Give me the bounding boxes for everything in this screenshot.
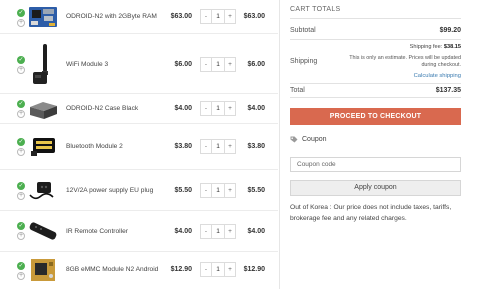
add-circle-icon[interactable]: +: [17, 110, 25, 118]
cart-item-list: ✓ + ODROID-N2 with 2GByte RAM $63.00 - 1…: [0, 0, 278, 289]
cart-item-row: ✓ + 12V/2A power supply EU plug $5.50 - …: [0, 170, 278, 211]
quantity-stepper[interactable]: - 1 +: [200, 9, 236, 24]
add-circle-icon[interactable]: +: [17, 148, 25, 156]
item-subtotal: $4.00: [247, 105, 265, 112]
totals-divider: [290, 97, 461, 98]
quantity-stepper[interactable]: - 1 +: [200, 139, 236, 154]
item-ok-icon: ✓: [17, 222, 25, 230]
apply-coupon-button[interactable]: Apply coupon: [290, 180, 461, 196]
shipping-fee: Shipping fee: $38.15: [410, 44, 461, 50]
item-subtotal: $63.00: [243, 13, 265, 20]
subtotal-value: $99.20: [439, 27, 461, 34]
totals-divider: [290, 83, 461, 84]
qty-value[interactable]: 1: [212, 102, 224, 115]
cart-item-row: ✓ + ODROID-N2 Case Black $4.00 - 1 + $4.…: [0, 94, 278, 124]
quantity-stepper[interactable]: - 1 +: [200, 262, 236, 277]
item-ok-icon: ✓: [17, 100, 25, 108]
item-ok-icon: ✓: [17, 262, 25, 270]
totals-divider: [290, 18, 461, 19]
qty-decrease-button[interactable]: -: [201, 225, 212, 238]
total-value: $137.35: [435, 87, 461, 94]
product-thumbnail-case-black[interactable]: [27, 97, 59, 123]
item-subtotal: $4.00: [247, 228, 265, 235]
item-subtotal: $12.90: [243, 266, 265, 273]
quantity-stepper[interactable]: - 1 +: [200, 183, 236, 198]
product-thumbnail-ir-remote[interactable]: [27, 218, 59, 244]
coupon-code-input[interactable]: [290, 157, 461, 172]
item-ok-icon: ✓: [17, 182, 25, 190]
item-ok-icon: ✓: [17, 56, 25, 64]
product-thumbnail-bluetooth-module[interactable]: [27, 133, 59, 159]
cart-item-row: ✓ + ODROID-N2 with 2GByte RAM $63.00 - 1…: [0, 0, 278, 34]
qty-decrease-button[interactable]: -: [201, 263, 212, 276]
proceed-to-checkout-button[interactable]: PROCEED TO CHECKOUT: [290, 108, 461, 125]
calculate-shipping-link[interactable]: Calculate shipping: [414, 73, 461, 79]
item-price: $6.00: [174, 61, 192, 68]
subtotal-label: Subtotal: [290, 27, 316, 34]
column-divider: [279, 0, 280, 289]
shipping-estimate-note: This is only an estimate. Prices will be…: [349, 55, 461, 68]
item-price: $63.00: [170, 13, 192, 20]
cart-item-row: ✓ + IR Remote Controller $4.00 - 1 + $4.…: [0, 211, 278, 252]
cart-totals-title: CART TOTALS: [290, 6, 341, 13]
shipping-fee-label: Shipping fee:: [409, 44, 443, 50]
add-circle-icon[interactable]: +: [17, 232, 25, 240]
add-circle-icon[interactable]: +: [17, 192, 25, 200]
item-price: $3.80: [174, 143, 192, 150]
item-subtotal: $5.50: [247, 187, 265, 194]
totals-divider: [290, 39, 461, 40]
add-circle-icon[interactable]: +: [17, 66, 25, 74]
product-name-link[interactable]: IR Remote Controller: [66, 228, 170, 236]
item-price: $5.50: [174, 187, 192, 194]
cart-totals-panel: CART TOTALS Subtotal $99.20 Shipping fee…: [290, 0, 461, 289]
quantity-stepper[interactable]: - 1 +: [200, 57, 236, 72]
item-price: $4.00: [174, 228, 192, 235]
item-subtotal: $3.80: [247, 143, 265, 150]
item-ok-icon: ✓: [17, 9, 25, 17]
item-price: $12.90: [170, 266, 192, 273]
qty-value[interactable]: 1: [212, 140, 224, 153]
product-name-link[interactable]: Bluetooth Module 2: [66, 143, 170, 151]
coupon-title: Coupon: [302, 136, 327, 143]
qty-value[interactable]: 1: [212, 263, 224, 276]
qty-decrease-button[interactable]: -: [201, 58, 212, 71]
quantity-stepper[interactable]: - 1 +: [200, 101, 236, 116]
product-name-link[interactable]: ODROID-N2 Case Black: [66, 105, 170, 113]
qty-value[interactable]: 1: [212, 184, 224, 197]
quantity-stepper[interactable]: - 1 +: [200, 224, 236, 239]
cart-item-row: ✓ + 8GB eMMC Module N2 Android $12.90 - …: [0, 252, 278, 289]
qty-value[interactable]: 1: [212, 58, 224, 71]
qty-decrease-button[interactable]: -: [201, 102, 212, 115]
qty-value[interactable]: 1: [212, 10, 224, 23]
tax-notice: Out of Korea : Our price does not includ…: [290, 204, 452, 222]
product-thumbnail-odroid-n2[interactable]: [27, 4, 59, 30]
cart-item-row: ✓ + Bluetooth Module 2 $3.80 - 1 + $3.80: [0, 124, 278, 170]
qty-decrease-button[interactable]: -: [201, 140, 212, 153]
qty-decrease-button[interactable]: -: [201, 184, 212, 197]
shipping-label: Shipping: [290, 58, 318, 65]
product-thumbnail-emmc-module[interactable]: [27, 257, 59, 283]
product-name-link[interactable]: 12V/2A power supply EU plug: [66, 187, 170, 195]
shipping-fee-value: $38.15: [443, 44, 461, 50]
product-name-link[interactable]: 8GB eMMC Module N2 Android: [66, 266, 170, 274]
item-ok-icon: ✓: [17, 138, 25, 146]
add-circle-icon[interactable]: +: [17, 272, 25, 280]
qty-value[interactable]: 1: [212, 225, 224, 238]
product-name-link[interactable]: WiFi Module 3: [66, 61, 170, 69]
item-subtotal: $6.00: [247, 61, 265, 68]
cart-item-row: ✓ + WiFi Module 3 $6.00 - 1 + $6.00: [0, 34, 278, 94]
add-circle-icon[interactable]: +: [17, 19, 25, 27]
product-thumbnail-wifi-module[interactable]: [27, 42, 59, 88]
product-thumbnail-power-supply[interactable]: [27, 177, 59, 203]
coupon-heading: Coupon: [290, 136, 327, 143]
total-label: Total: [290, 87, 305, 94]
tag-icon: [290, 136, 298, 143]
item-price: $4.00: [174, 105, 192, 112]
qty-decrease-button[interactable]: -: [201, 10, 212, 23]
product-name-link[interactable]: ODROID-N2 with 2GByte RAM: [66, 13, 170, 21]
